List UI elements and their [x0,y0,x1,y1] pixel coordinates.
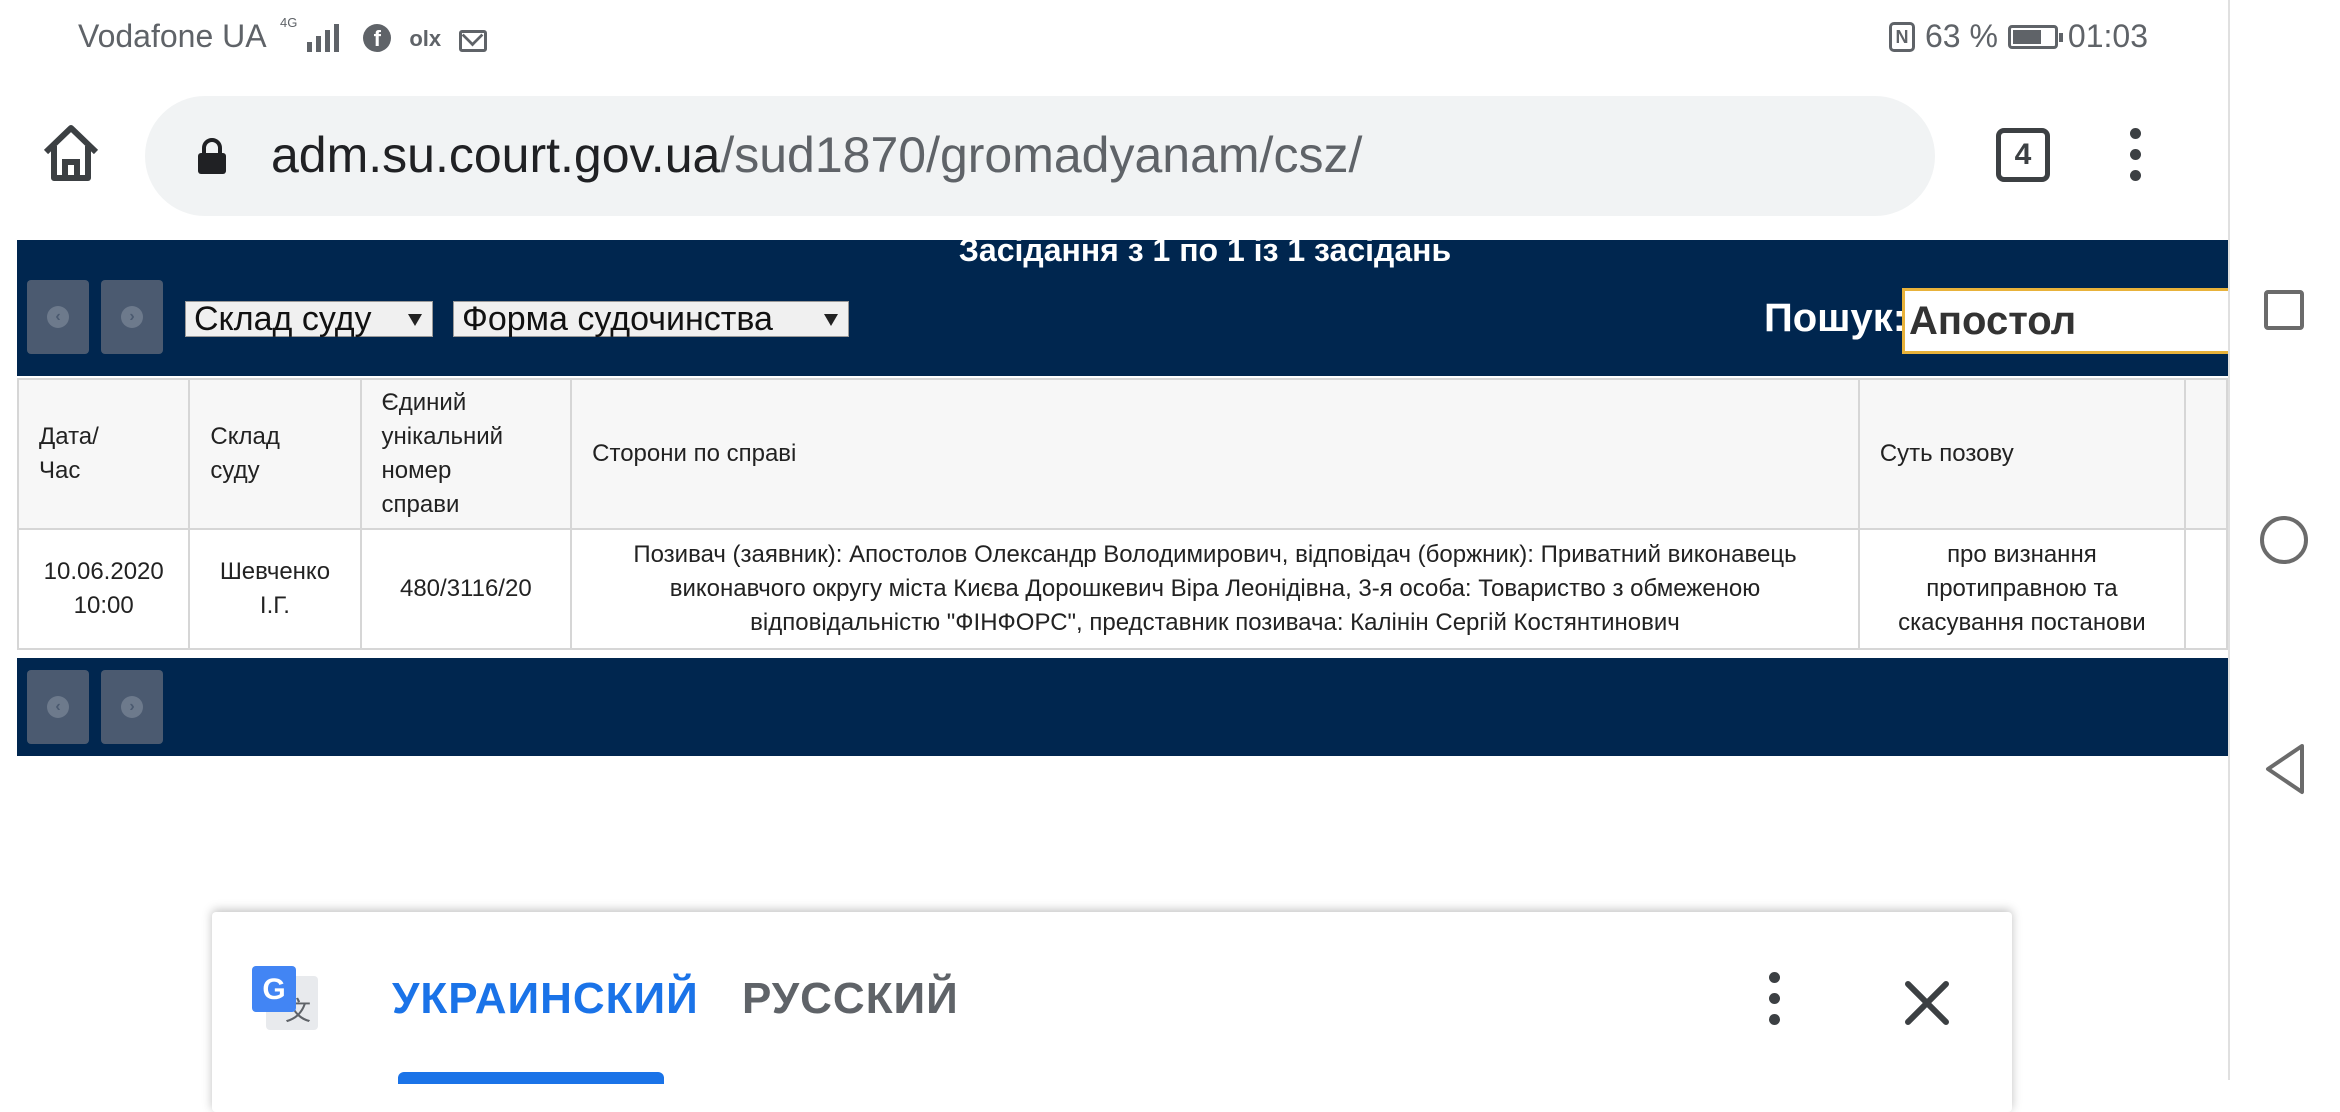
address-bar[interactable]: adm.su.court.gov.ua/sud1870/gromadyanam/… [145,96,1935,216]
table-footer-bar: ‹ › [17,658,2228,756]
mail-icon [459,30,488,52]
table-row: 10.06.2020 10:00 Шевченко І.Г. 480/3116/20… [16,528,2228,650]
dropdown-arrow-icon [408,314,422,326]
results-caption: Засідання з 1 по 1 із 1 засідань [958,240,1452,268]
column-header-datetime[interactable]: Дата/Час [16,378,191,530]
column-header-composition[interactable]: Склад суду [188,378,362,530]
court-composition-select[interactable]: Склад суду [185,301,433,337]
cell-case-number: 480/3116/20 [359,528,573,650]
previous-page-button[interactable]: ‹ [27,280,89,354]
battery-percent: 63 % [1924,18,1998,54]
translate-more-icon[interactable] [1764,972,1784,1032]
url-host: adm.su.court.gov.ua [271,127,721,183]
nfc-icon: N [1888,21,1915,52]
network-gen-label: 4G [280,15,298,30]
olx-icon: olx [409,26,442,51]
carrier-name: Vodafone UA [78,18,267,54]
tab-switcher-button[interactable]: 4 [1996,128,2050,182]
arrow-right-icon: › [121,306,143,328]
google-translate-icon: 文 G [252,966,318,1030]
system-navigation-bar [2228,0,2340,1080]
recents-button[interactable] [2264,290,2304,330]
search-input[interactable] [1902,288,2228,354]
url-text[interactable]: adm.su.court.gov.ua/sud1870/gromadyanam/… [271,126,1362,184]
home-button[interactable] [2260,516,2308,564]
back-button[interactable] [2262,742,2308,796]
translate-bar: 文 G УКРАИНСКИЙ РУССКИЙ [212,912,2012,1112]
procedure-form-select[interactable]: Форма судочинства [453,301,849,337]
notification-icons: 4G f olx [280,15,488,52]
cell-parties: Позивач (заявник): Апостолов Олександр В… [570,528,1860,650]
language-tab-ukrainian[interactable]: УКРАИНСКИЙ [392,974,699,1024]
hearings-table: Дата/Час Склад суду Єдиний унікальний номер… [16,378,2228,650]
court-composition-value: Склад суду [194,300,372,338]
cell-datetime: 10.06.2020 10:00 [16,528,191,650]
table-header-row: Дата/Час Склад суду Єдиний унікальний номер… [16,378,2228,530]
column-header-extra [2183,378,2228,530]
home-icon[interactable] [38,120,104,186]
dropdown-arrow-icon [824,314,838,326]
signal-icon [307,22,340,52]
arrow-right-icon: › [121,696,143,718]
cell-extra [2183,528,2228,650]
battery-icon [2007,24,2063,49]
language-tab-russian[interactable]: РУССКИЙ [742,974,959,1024]
previous-page-button-bottom[interactable]: ‹ [27,670,89,744]
facebook-icon: f [363,24,392,52]
cell-claim: про визнання протиправною та скасування по… [1857,528,2186,650]
url-path: /sud1870/gromadyanam/csz/ [720,127,1363,183]
cell-composition: Шевченко І.Г. [188,528,362,650]
search-label: Пошук: [1764,296,1907,340]
status-bar: Vodafone UA 4G f olx N 63 % 01:03 [0,0,2228,72]
column-header-parties[interactable]: Сторони по справі [570,378,1860,530]
close-icon[interactable] [1902,978,1952,1028]
column-header-case-number[interactable]: Єдиний унікальний номер справи [359,378,573,530]
lock-icon [198,138,226,174]
next-page-button-bottom[interactable]: › [101,670,163,744]
arrow-left-icon: ‹ [47,306,69,328]
active-tab-indicator [398,1072,664,1084]
next-page-button[interactable]: › [101,280,163,354]
browser-menu-icon[interactable] [2125,128,2145,184]
procedure-form-value: Форма судочинства [462,300,773,338]
svg-text:G: G [262,973,285,1006]
status-right: N 63 % 01:03 [1888,18,2148,55]
arrow-left-icon: ‹ [47,696,69,718]
browser-toolbar: adm.su.court.gov.ua/sud1870/gromadyanam/… [0,72,2228,240]
clock: 01:03 [2067,18,2148,54]
column-header-claim[interactable]: Суть позову [1857,378,2186,530]
